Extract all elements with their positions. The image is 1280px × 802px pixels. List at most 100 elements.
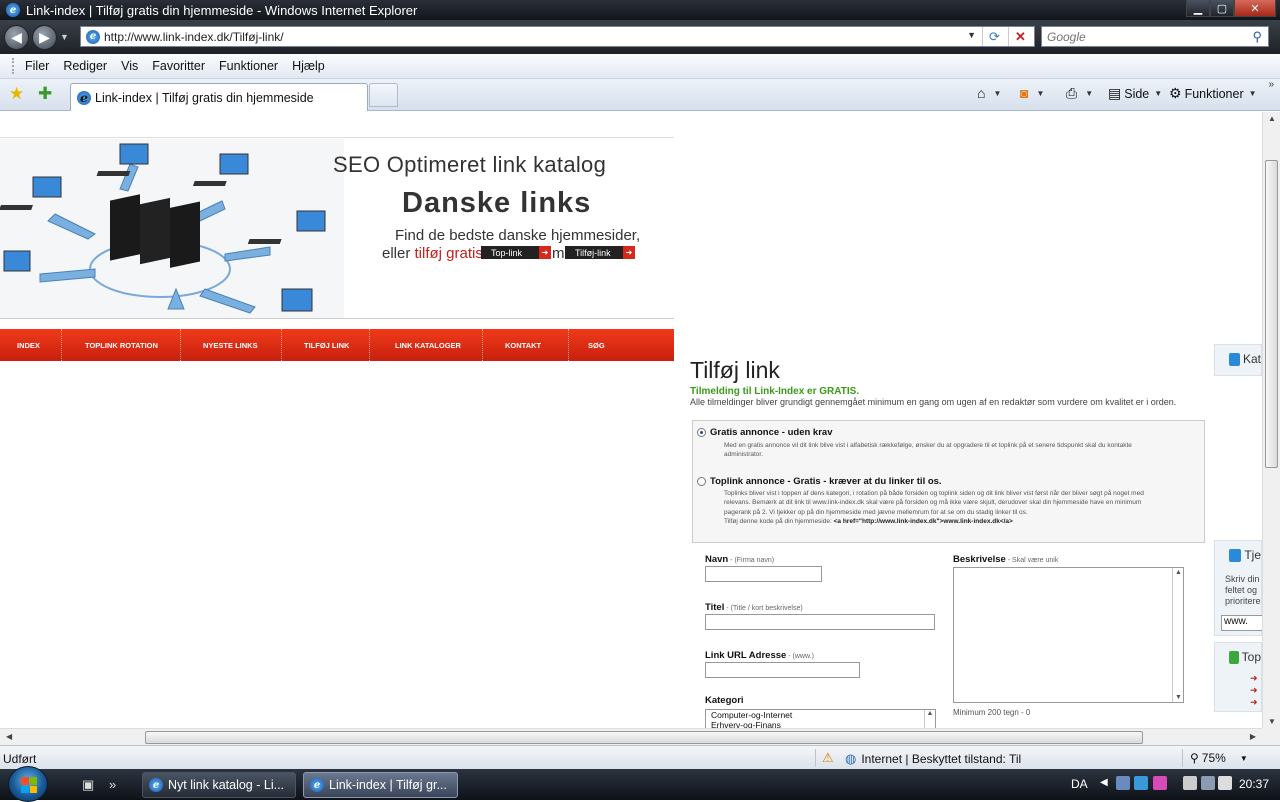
feeds-button[interactable]: ◙ ▼ [1020, 85, 1044, 101]
gear-icon: ⚙ [1169, 85, 1182, 101]
status-separator [815, 749, 816, 767]
title-field[interactable] [705, 614, 935, 630]
safely-remove-icon[interactable] [1183, 776, 1197, 790]
nav-soeg[interactable]: SØG [569, 329, 629, 361]
menu-funktioner[interactable]: Funktioner [213, 59, 286, 73]
category-option[interactable]: Computer-og-Internet [706, 710, 935, 720]
quicklaunch-more-icon[interactable]: » [109, 777, 116, 792]
horizontal-scrollbar[interactable]: ◀ ▶ [0, 728, 1262, 745]
radio-free[interactable] [697, 428, 706, 437]
scroll-up-icon[interactable]: ▲ [924, 710, 935, 728]
show-desktop-icon[interactable]: ▣ [82, 777, 94, 793]
scroll-up-icon[interactable]: ▲ [1268, 114, 1276, 123]
top-strip [0, 112, 674, 138]
favorites-star-icon[interactable]: ★ [9, 84, 24, 104]
print-dropdown-icon[interactable]: ▼ [1085, 89, 1093, 98]
scroll-down-icon[interactable]: ▼ [1175, 694, 1182, 701]
textarea-scrollbar[interactable]: ▲ ▼ [1172, 568, 1183, 702]
title-label: Titel - (Title / kort beskrivelse) [705, 602, 803, 613]
security-zone[interactable]: ◍ Internet | Beskyttet tilstand: Til [845, 751, 1021, 767]
zoom-dropdown-icon[interactable]: ▼ [1240, 754, 1248, 763]
new-tab-button[interactable] [369, 83, 398, 107]
menu-hjaelp[interactable]: Hjælp [286, 59, 333, 73]
feeds-dropdown-icon[interactable]: ▼ [1036, 89, 1044, 98]
website-check-input[interactable]: www. [1221, 615, 1262, 631]
add-favorite-icon[interactable]: ✚ [38, 84, 52, 104]
home-dropdown-icon[interactable]: ▼ [993, 89, 1001, 98]
radio-toplink[interactable] [697, 477, 706, 486]
horizontal-scroll-thumb[interactable] [145, 731, 1143, 744]
home-button[interactable]: ⌂ ▼ [977, 85, 1001, 101]
title-hint: - (Title / kort beskrivelse) [724, 605, 803, 612]
close-button[interactable]: ✕ [1234, 0, 1276, 17]
search-icon[interactable]: ⚲ [1252, 29, 1262, 45]
menu-vis[interactable]: Vis [115, 59, 146, 73]
window-title: Link-index | Tilføj gratis din hjemmesid… [26, 2, 418, 18]
minimize-button[interactable]: ▁ [1186, 0, 1210, 17]
search-box[interactable]: ⚲ [1041, 26, 1269, 47]
ie-icon: e [149, 778, 163, 792]
chevron-more-icon[interactable]: » [1268, 79, 1274, 90]
description-label-text: Beskrivelse [953, 554, 1006, 565]
nav-link-kataloger[interactable]: LINK KATALOGER [370, 329, 483, 361]
network-icon[interactable] [1116, 776, 1130, 790]
option-free[interactable]: Gratis annonce - uden krav [697, 427, 832, 438]
address-bar[interactable]: e http://www.link-index.dk/Tilføj-link/ … [80, 26, 1035, 47]
messenger-icon[interactable] [1134, 776, 1148, 790]
menu-filer[interactable]: Filer [19, 59, 57, 73]
refresh-icon[interactable]: ⟳ [982, 27, 1006, 46]
maximize-button[interactable]: ▢ [1210, 0, 1234, 17]
category-label: Kategori [705, 695, 744, 706]
menu-favoritter[interactable]: Favoritter [146, 59, 213, 73]
taskbar-item-1[interactable]: e Nyt link katalog - Li... [142, 772, 296, 798]
taskbar-item-2[interactable]: e Link-index | Tilføj gr... [303, 772, 458, 798]
network-status-icon[interactable] [1201, 776, 1215, 790]
window-titlebar: e Link-index | Tilføj gratis din hjemmes… [0, 0, 1280, 20]
stop-icon[interactable]: ✕ [1008, 27, 1032, 46]
vertical-scroll-thumb[interactable] [1265, 160, 1278, 468]
search-input[interactable] [1047, 29, 1237, 44]
history-dropdown-icon[interactable]: ▼ [60, 32, 69, 42]
nav-kontakt[interactable]: KONTAKT [483, 329, 569, 361]
toplink-banner-button[interactable]: Top-link ➜ [481, 246, 551, 259]
popup-blocker-icon[interactable]: ⚠ [822, 750, 834, 766]
arrow-right-icon[interactable]: ➜ [1250, 673, 1258, 684]
page-menu-button[interactable]: ▤ Side ▼ [1108, 85, 1162, 102]
review-notice: Alle tilmeldinger bliver grundigt gennem… [690, 397, 1177, 407]
vertical-scrollbar[interactable]: ▲ ▼ [1262, 112, 1280, 728]
category-option[interactable]: Erhverv-og-Finans [706, 720, 935, 728]
tray-expand-icon[interactable]: ◀ [1100, 777, 1108, 788]
arrow-right-icon[interactable]: ➜ [1250, 685, 1258, 696]
address-url[interactable]: http://www.link-index.dk/Tilføj-link/ [104, 30, 284, 44]
address-dropdown-icon[interactable]: ▼ [967, 30, 976, 40]
nav-nyeste-links[interactable]: NYESTE LINKS [181, 329, 282, 361]
print-button[interactable]: ⎙ ▼ [1066, 85, 1093, 102]
nav-toplink-rotation[interactable]: TOPLINK ROTATION [62, 329, 181, 361]
description-textarea[interactable]: ▲ ▼ [953, 567, 1184, 703]
back-button[interactable]: ◀ [4, 25, 29, 50]
tab-active[interactable]: e Link-index | Tilføj gratis din hjemmes… [70, 83, 368, 111]
option-toplink[interactable]: Toplink annonce - Gratis - kræver at du … [697, 476, 942, 487]
language-indicator[interactable]: DA [1071, 777, 1088, 791]
tools-menu-button[interactable]: ⚙ Funktioner ▼ [1169, 85, 1257, 102]
app-tray-icon[interactable] [1153, 776, 1167, 790]
category-select[interactable]: Computer-og-Internet Erhverv-og-Finans ▲ [705, 709, 936, 728]
menu-rediger[interactable]: Rediger [57, 59, 115, 73]
free-notice: Tilmelding til Link-Index er GRATIS. [690, 386, 860, 397]
nav-tilfoej-link[interactable]: TILFØJ LINK [282, 329, 370, 361]
arrow-right-icon[interactable]: ➜ [1250, 697, 1258, 708]
scroll-down-icon[interactable]: ▼ [1268, 717, 1276, 726]
scroll-right-icon[interactable]: ▶ [1250, 732, 1256, 741]
option-toplink-label: Toplink annonce - Gratis - kræver at du … [710, 476, 942, 487]
url-field[interactable] [705, 662, 860, 678]
volume-icon[interactable] [1218, 776, 1232, 790]
scroll-up-icon[interactable]: ▲ [1175, 569, 1182, 576]
nav-index[interactable]: INDEX [0, 329, 62, 361]
zoom-control[interactable]: ⚲ 75% ▼ [1190, 751, 1248, 765]
clock[interactable]: 20:37 [1239, 777, 1269, 791]
start-button[interactable] [8, 766, 48, 802]
scroll-left-icon[interactable]: ◀ [6, 732, 12, 741]
name-field[interactable] [705, 566, 822, 582]
tilfoej-banner-button[interactable]: Tilføj-link ➜ [565, 246, 635, 259]
forward-button[interactable]: ▶ [32, 25, 57, 50]
